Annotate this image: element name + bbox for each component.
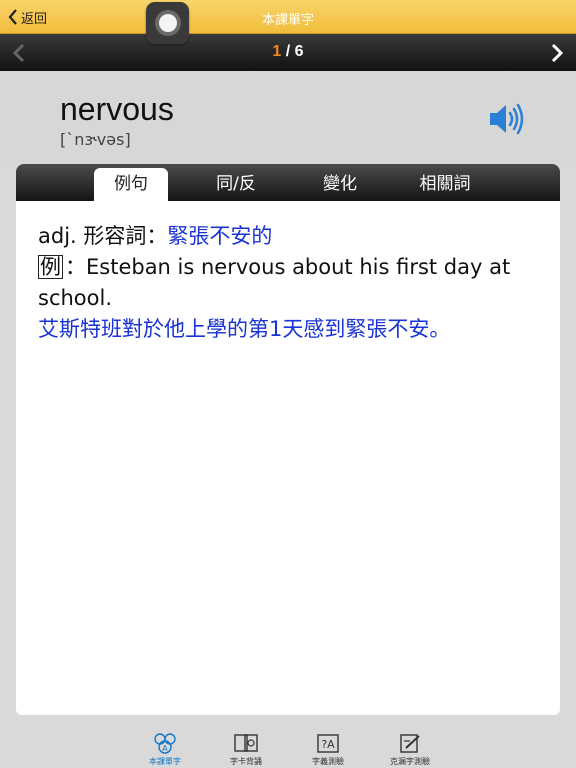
assistive-touch-icon (154, 10, 181, 36)
pager-bar: 1 / 6 (0, 34, 576, 71)
navigation-bar: 返回 本課單字 (0, 0, 576, 34)
flashcard-icon (234, 734, 258, 752)
page-separator: / (281, 43, 295, 60)
cloze-test-icon (400, 734, 420, 753)
bottom-tab-meaning-quiz[interactable]: ?A 字義測驗 (298, 732, 358, 767)
total-pages: 6 (294, 43, 304, 60)
phonetic-transcription: [ˋnɝvəs] (60, 130, 131, 149)
bottom-tab-flashcards[interactable]: 字卡背誦 (216, 732, 276, 767)
page-indicator: 1 / 6 (0, 43, 576, 61)
vocabulary-word: nervous (60, 91, 174, 127)
tab-synonym-antonym[interactable]: 同/反 (199, 168, 273, 201)
bottom-tab-label: 字義測驗 (312, 757, 344, 766)
example-marker: 例 (38, 255, 63, 279)
bottom-tab-label: 本課單字 (149, 757, 181, 766)
svg-text:?A: ?A (321, 738, 335, 751)
page-title: 本課單字 (261, 13, 314, 28)
current-page: 1 (272, 43, 282, 60)
quiz-icon: ?A (317, 734, 339, 753)
bottom-tab-lesson-words[interactable]: A 本課單字 (135, 732, 195, 767)
bottom-tab-cloze-quiz[interactable]: 克漏字測驗 (380, 732, 440, 767)
definition-line: adj. 形容詞：緊張不安的 (38, 221, 538, 252)
content-card: adj. 形容詞：緊張不安的 例：Esteban is nervous abou… (16, 201, 560, 715)
word-header: nervous [ˋnɝvəs] (0, 71, 576, 166)
svg-text:A: A (162, 744, 168, 753)
assistive-touch-button[interactable] (146, 2, 189, 44)
content-tab-bar: 例句 同/反 變化 相關詞 (16, 164, 560, 201)
bottom-tab-label: 克漏字測驗 (390, 757, 430, 766)
example-content: adj. 形容詞：緊張不安的 例：Esteban is nervous abou… (38, 221, 538, 345)
example-translation: 艾斯特班對於他上學的第1天感到緊張不安。 (38, 317, 451, 341)
tab-related-words[interactable]: 相關詞 (408, 168, 482, 201)
example-english: Esteban is nervous about his first day a… (38, 255, 511, 310)
next-arrow-icon[interactable] (546, 42, 568, 64)
definition: 緊張不安的 (167, 224, 273, 248)
abc-word-icon: A (154, 733, 176, 754)
tab-inflection[interactable]: 變化 (303, 168, 377, 201)
bottom-tab-label: 字卡背誦 (230, 757, 262, 766)
tab-example[interactable]: 例句 (94, 168, 168, 201)
bottom-tab-bar: A 本課單字 字卡背誦 ?A 字義測驗 克漏字測驗 (0, 720, 576, 768)
speaker-icon[interactable] (487, 99, 527, 139)
example-separator: ： (65, 255, 86, 279)
example-sentence: 例：Esteban is nervous about his first day… (38, 252, 538, 314)
part-of-speech: adj. 形容詞： (38, 224, 168, 248)
